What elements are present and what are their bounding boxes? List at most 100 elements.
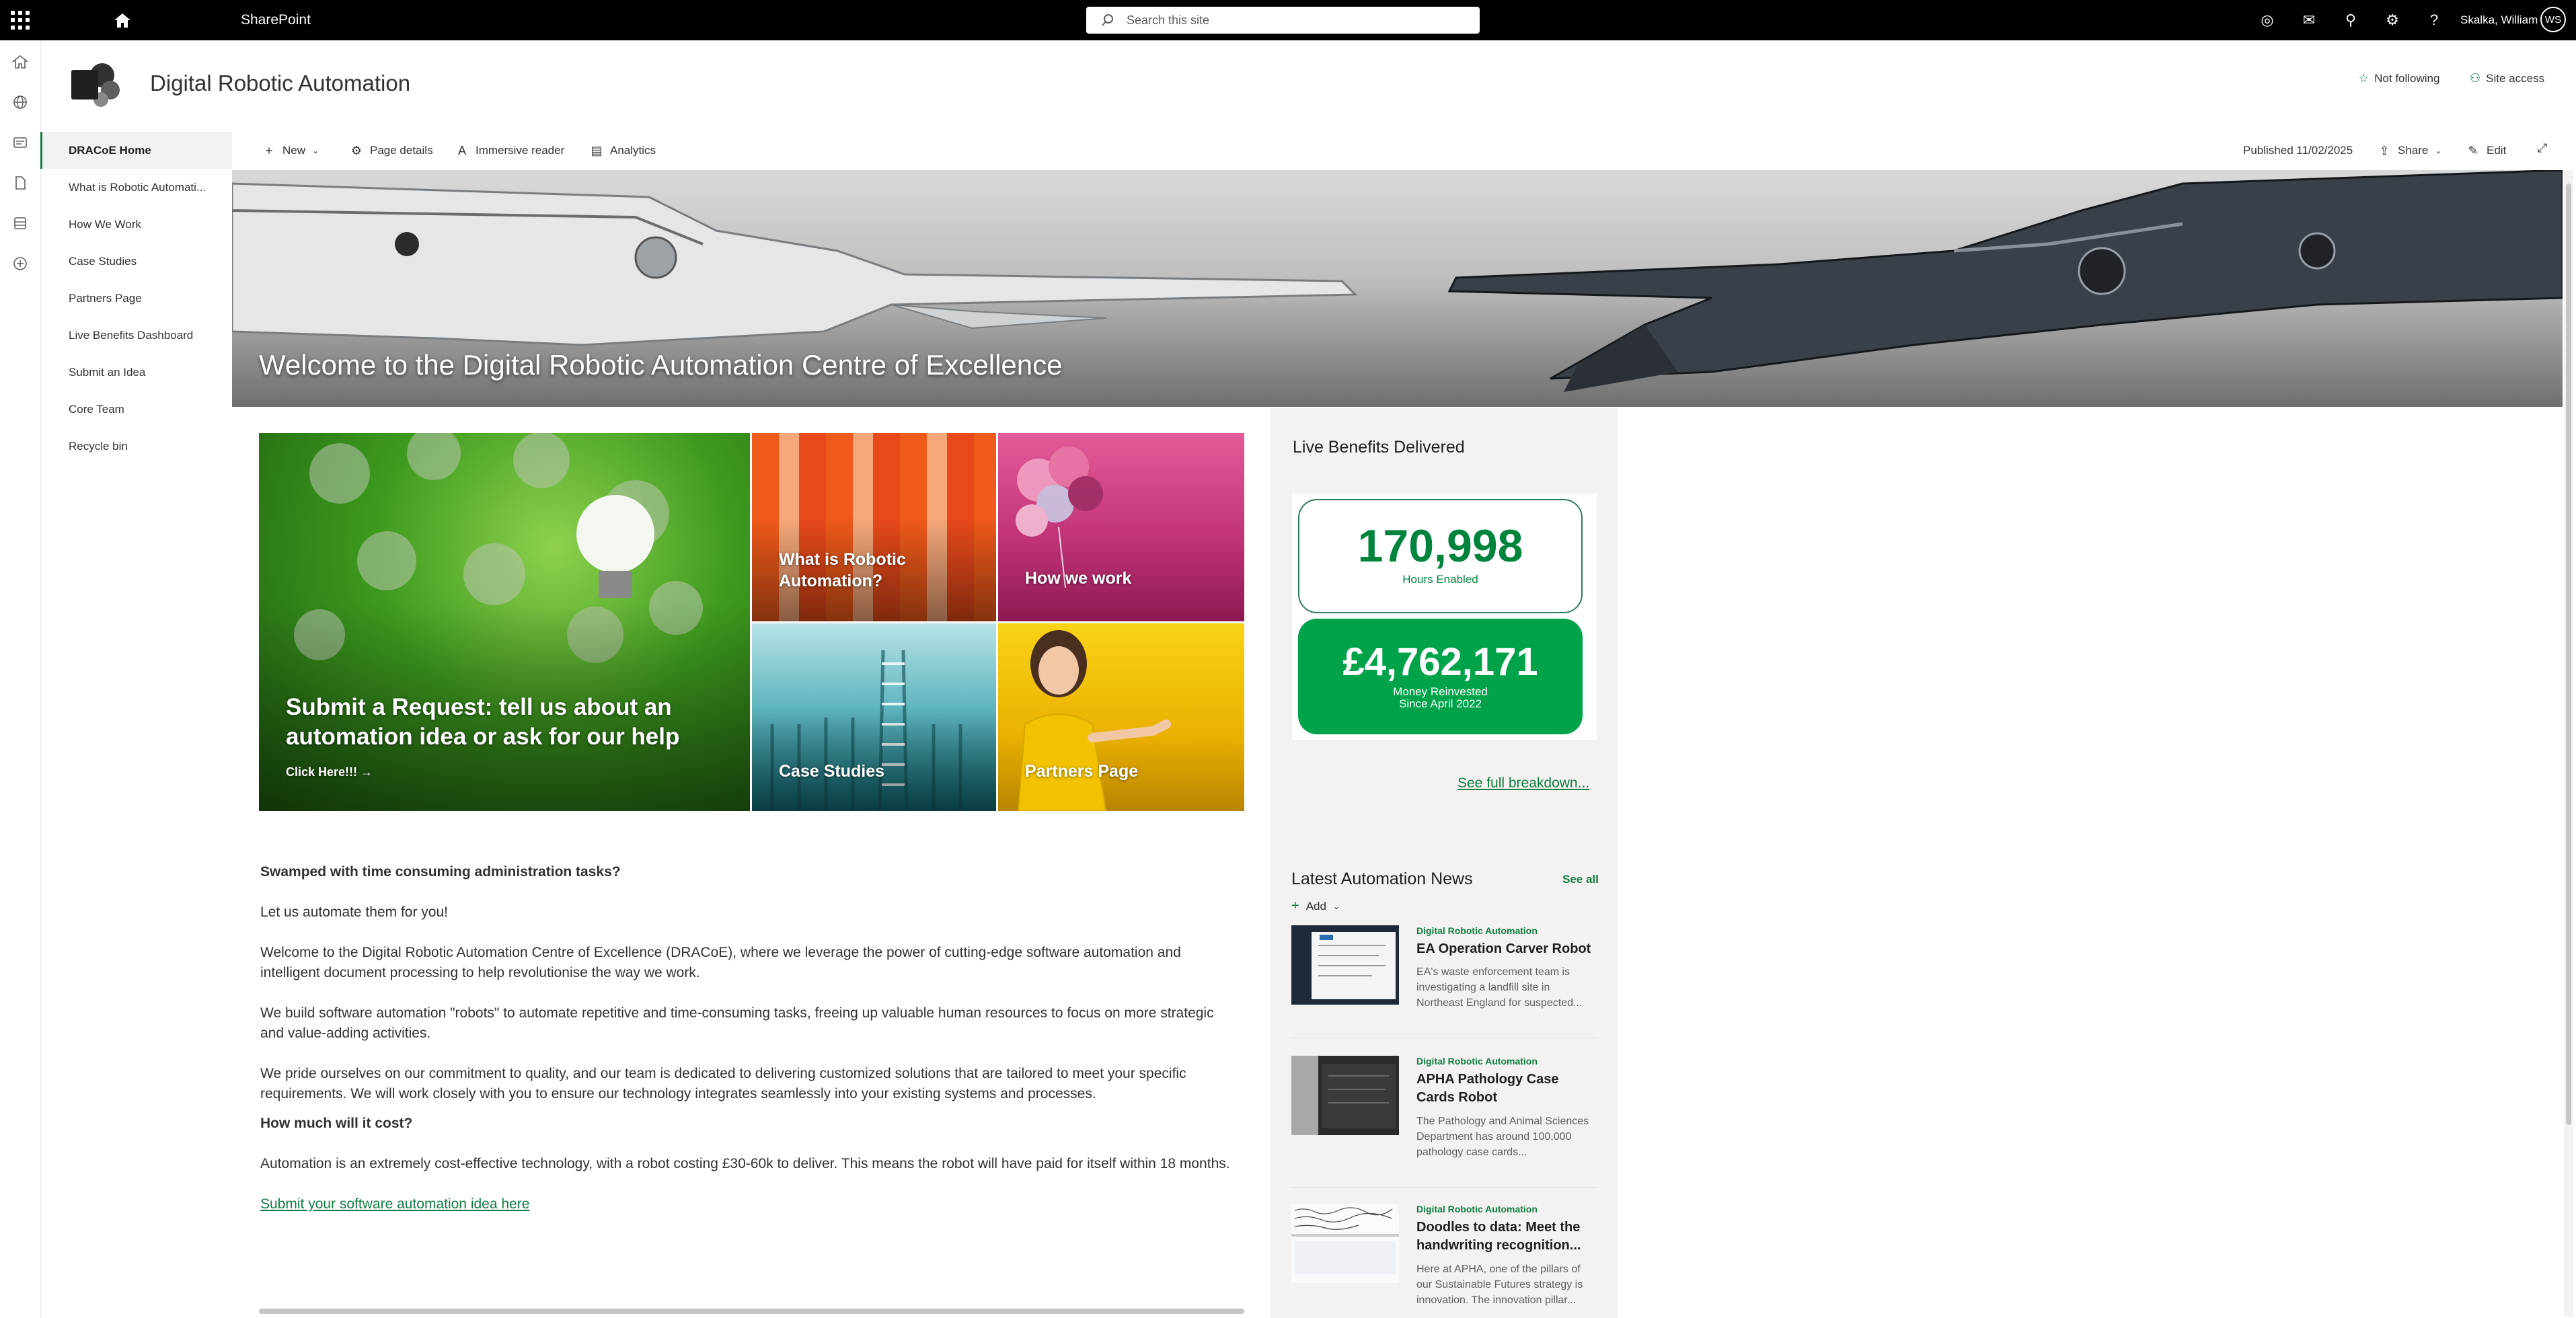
edit-label: Edit xyxy=(2487,144,2507,157)
news-item[interactable]: Digital Robotic Automation Doodles to da… xyxy=(1291,1204,1597,1318)
help-icon[interactable]: ? xyxy=(2423,9,2445,31)
page-scrollbar[interactable] xyxy=(2564,170,2573,1317)
expand-icon: ⤢ xyxy=(2537,141,2548,155)
site-logo[interactable] xyxy=(71,61,124,109)
follow-button[interactable]: ☆ Not following xyxy=(2358,71,2439,85)
chevron-down-icon: ⌄ xyxy=(1332,901,1340,911)
tile-how-we-work[interactable]: How we work xyxy=(998,433,1244,621)
news-item[interactable]: Digital Robotic Automation EA Operation … xyxy=(1291,925,1597,1033)
news-summary: Here at APHA, one of the pillars of our … xyxy=(1416,1264,1583,1306)
create-icon[interactable] xyxy=(11,254,30,273)
pencil-icon: ✎ xyxy=(2468,144,2478,157)
news-title-link[interactable]: APHA Pathology Case Cards Robot xyxy=(1416,1071,1597,1107)
nav-item-recycle-bin[interactable]: Recycle bin xyxy=(40,428,232,465)
hours-label: Hours Enabled xyxy=(1402,573,1478,586)
gear-icon: ⚙ xyxy=(350,144,363,157)
news-source: Digital Robotic Automation xyxy=(1416,925,1538,936)
nav-item-partners[interactable]: Partners Page xyxy=(40,280,232,317)
analytics-button[interactable]: ▤ Analytics xyxy=(590,141,656,160)
add-label: Add xyxy=(1305,899,1326,913)
horizontal-scrollbar[interactable] xyxy=(259,1309,1244,1314)
nav-item-benefits-dashboard[interactable]: Live Benefits Dashboard xyxy=(40,317,232,354)
paragraph-automate: Let us automate them for you! xyxy=(260,904,448,920)
published-status[interactable]: Published 11/02/2025 xyxy=(2243,141,2353,160)
news-title: Latest Automation News xyxy=(1291,869,1473,888)
submit-idea-link[interactable]: Submit your software automation idea her… xyxy=(260,1196,529,1212)
paragraph-robots: We build software automation "robots" to… xyxy=(260,1005,1214,1041)
add-news-button[interactable]: + Add ⌄ xyxy=(1291,898,1340,914)
lists-icon[interactable] xyxy=(11,214,30,233)
nav-item-how-we-work[interactable]: How We Work xyxy=(40,206,232,243)
left-navigation: DRACoE Home What is Robotic Automati... … xyxy=(40,132,232,465)
analytics-icon: ▤ xyxy=(591,144,603,157)
star-icon: ☆ xyxy=(2358,71,2370,85)
see-all-link[interactable]: See all xyxy=(1562,873,1599,886)
tile-how-title: How we work xyxy=(1025,569,1132,588)
edit-button[interactable]: ✎ Edit xyxy=(2466,141,2506,160)
see-full-breakdown-link[interactable]: See full breakdown... xyxy=(1457,775,1589,791)
heading-cost: How much will it cost? xyxy=(260,1116,413,1131)
news-title-link[interactable]: Doodles to data: Meet the handwriting re… xyxy=(1416,1218,1597,1255)
search-input[interactable]: Search this site xyxy=(1086,7,1480,34)
user-name[interactable]: Skalka, William xyxy=(2460,13,2538,28)
tile-submit-request[interactable]: Submit a Request: tell us about an autom… xyxy=(259,433,750,811)
nav-item-case-studies[interactable]: Case Studies xyxy=(40,243,232,280)
app-launcher-icon[interactable] xyxy=(9,9,31,31)
globe-icon[interactable] xyxy=(11,93,30,112)
balloons-image xyxy=(1016,447,1103,588)
news-source: Digital Robotic Automation xyxy=(1416,1204,1538,1214)
tile-main-title: Submit a Request: tell us about an autom… xyxy=(286,694,680,750)
tile-what-is-rpa[interactable]: What is Robotic Automation? xyxy=(752,433,996,621)
search-icon xyxy=(1101,13,1114,27)
app-name[interactable]: SharePoint xyxy=(241,11,311,30)
share-icon: ⇪ xyxy=(2379,144,2390,157)
news-summary: The Pathology and Animal Sciences Depart… xyxy=(1416,1116,1589,1158)
home-icon[interactable] xyxy=(112,11,133,30)
share-label: Share xyxy=(2398,144,2429,157)
news-summary: EA's waste enforcement team is investiga… xyxy=(1416,966,1583,1009)
news-title-link[interactable]: EA Operation Carver Robot xyxy=(1416,940,1597,958)
settings-icon[interactable]: ⚙ xyxy=(2382,9,2403,31)
divider xyxy=(1291,1187,1597,1188)
nav-item-core-team[interactable]: Core Team xyxy=(40,391,232,428)
money-since-label: Since April 2022 xyxy=(1399,697,1482,710)
hours-value: 170,998 xyxy=(1357,520,1523,572)
hero-title: Welcome to the Digital Robotic Automatio… xyxy=(259,349,1063,381)
immersive-reader-button[interactable]: A Immersive reader xyxy=(455,141,564,160)
feedback-icon[interactable]: ⚲ xyxy=(2340,9,2361,31)
megaphone-icon[interactable]: ✉ xyxy=(2298,9,2320,31)
news-item[interactable]: Digital Robotic Automation APHA Patholog… xyxy=(1291,1056,1597,1177)
news-icon[interactable] xyxy=(11,133,30,152)
home-icon[interactable] xyxy=(11,52,30,71)
page-details-button[interactable]: ⚙ Page details xyxy=(350,141,433,160)
nav-item-what-is-rpa[interactable]: What is Robotic Automati... xyxy=(40,169,232,206)
copilot-icon[interactable]: ◎ xyxy=(2257,9,2278,31)
site-title[interactable]: Digital Robotic Automation xyxy=(150,69,410,98)
woman-pointing-image xyxy=(1017,630,1171,811)
share-button[interactable]: ⇪ Share ⌄ xyxy=(2378,141,2441,160)
click-here-link[interactable]: Click Here!!! → xyxy=(286,765,373,779)
benefits-title: Live Benefits Delivered xyxy=(1293,438,1465,457)
new-label: New xyxy=(282,144,306,157)
search-placeholder: Search this site xyxy=(1127,13,1210,27)
nav-item-submit-idea[interactable]: Submit an Idea xyxy=(40,354,232,391)
avatar[interactable]: WS xyxy=(2540,7,2566,32)
tile-partners[interactable]: Partners Page xyxy=(998,623,1244,811)
news-thumbnail xyxy=(1291,1056,1399,1135)
intro-text-section: Swamped with time consuming administrati… xyxy=(260,862,1236,1214)
chevron-down-icon: ⌄ xyxy=(2435,146,2442,155)
news-thumbnail xyxy=(1291,925,1399,1005)
command-bar: + New ⌄ ⚙ Page details A Immersive reade… xyxy=(232,132,2566,169)
app-bar xyxy=(0,40,41,1318)
nav-item-home[interactable]: DRACoE Home xyxy=(40,132,232,169)
news-thumbnail xyxy=(1291,1204,1399,1283)
tile-case-title: Case Studies xyxy=(779,762,885,781)
immersive-reader-icon: A xyxy=(457,144,466,157)
site-access-label: Site access xyxy=(2486,71,2545,85)
expand-button[interactable]: ⤢ xyxy=(2536,141,2549,155)
new-button[interactable]: + New ⌄ xyxy=(262,141,319,160)
site-access-button[interactable]: ⚇ Site access xyxy=(2470,71,2544,85)
tile-case-studies[interactable]: Case Studies xyxy=(752,623,996,811)
files-icon[interactable] xyxy=(11,173,30,192)
money-label: Money Reinvested xyxy=(1393,685,1488,698)
